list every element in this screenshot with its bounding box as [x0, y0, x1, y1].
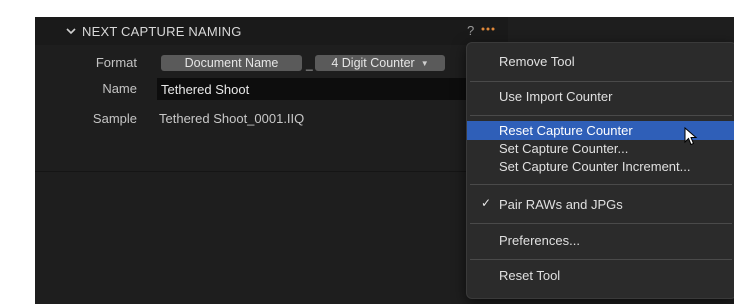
menu-item-remove-tool[interactable]: Remove Tool: [467, 52, 734, 71]
context-menu: Remove Tool Use Import Counter Reset Cap…: [466, 42, 734, 299]
chevron-down-icon[interactable]: [65, 25, 77, 37]
menu-separator: [470, 184, 732, 185]
menu-separator: [470, 81, 732, 82]
help-icon[interactable]: ?: [467, 23, 474, 38]
name-input[interactable]: [157, 78, 508, 100]
sample-label: Sample: [92, 111, 137, 126]
menu-item-reset-tool[interactable]: Reset Tool: [467, 266, 734, 285]
tool-header[interactable]: NEXT CAPTURE NAMING ?: [35, 17, 508, 45]
menu-separator: [470, 223, 732, 224]
menu-item-preferences[interactable]: Preferences...: [467, 231, 734, 250]
token-document-name[interactable]: Document Name: [161, 55, 302, 71]
dropdown-caret-icon[interactable]: ▼: [421, 56, 429, 72]
panel-divider: [35, 171, 508, 172]
sample-value: Tethered Shoot_0001.IIQ: [159, 111, 305, 126]
token-separator: _: [306, 57, 313, 71]
section-title: NEXT CAPTURE NAMING: [82, 24, 242, 39]
menu-separator: [470, 259, 732, 260]
menu-item-use-import-counter[interactable]: Use Import Counter: [467, 87, 734, 106]
menu-item-pair-raws-and-jpgs[interactable]: Pair RAWs and JPGs: [467, 195, 734, 214]
more-dots-icon[interactable]: [481, 27, 497, 31]
name-label: Name: [102, 81, 137, 96]
token-label: 4 Digit Counter: [331, 56, 415, 70]
pointer-cursor-icon: [684, 127, 698, 146]
token-4-digit-counter[interactable]: 4 Digit Counter ▼: [315, 55, 445, 71]
menu-item-set-capture-counter-increment[interactable]: Set Capture Counter Increment...: [467, 157, 734, 176]
menu-separator: [470, 115, 732, 116]
format-label: Format: [95, 55, 137, 70]
